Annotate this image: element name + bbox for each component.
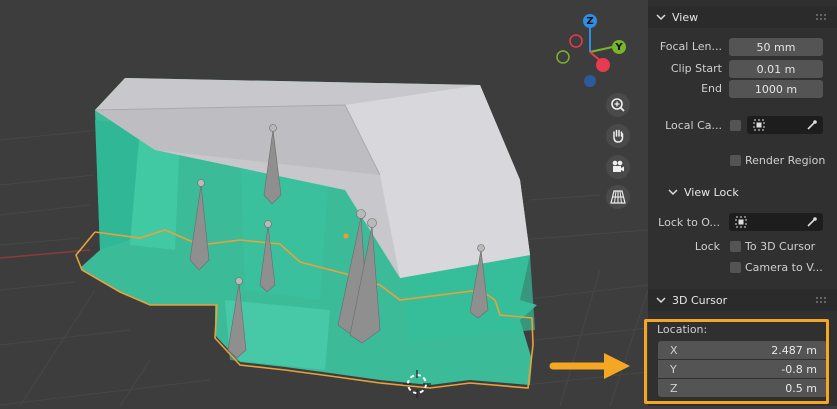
chevron-down-icon xyxy=(656,297,666,304)
camera-to-view-checkbox[interactable] xyxy=(730,262,741,273)
lock-to-object-label: Lock to O... xyxy=(658,216,720,229)
lock-to-object-field[interactable] xyxy=(729,213,823,231)
view-lock-subheader[interactable]: View Lock xyxy=(648,181,837,203)
grid-perspective-icon[interactable] xyxy=(606,185,630,209)
cursor-section-title: 3D Cursor xyxy=(672,293,728,307)
location-highlight-box xyxy=(644,319,829,404)
gizmo-y-axis[interactable]: Y xyxy=(612,40,626,54)
gizmo-y-label: Y xyxy=(615,41,623,53)
render-region-label: Render Region xyxy=(745,154,826,167)
lock-label: Lock xyxy=(694,240,720,253)
focal-length-label: Focal Len... xyxy=(659,40,722,53)
camera-icon[interactable] xyxy=(606,155,630,179)
navigation-gizmo[interactable] xyxy=(556,23,618,87)
object-picker-icon xyxy=(735,216,747,228)
mesh-object[interactable] xyxy=(75,78,537,389)
eyedropper-icon[interactable] xyxy=(806,119,818,131)
zoom-icon[interactable] xyxy=(606,93,630,117)
origin-dot xyxy=(343,233,349,239)
focal-length-field[interactable]: 50 mm xyxy=(729,38,823,56)
local-camera-label: Local Ca... xyxy=(665,119,722,132)
drag-grip-icon[interactable] xyxy=(815,296,827,304)
gizmo-z-label: Z xyxy=(586,15,594,27)
to-3d-cursor-checkbox[interactable] xyxy=(730,241,741,252)
local-camera-checkbox[interactable] xyxy=(730,120,741,131)
clip-end-label: End xyxy=(701,82,722,95)
hand-pan-icon[interactable] xyxy=(606,124,630,148)
chevron-down-icon xyxy=(668,189,678,196)
clip-start-field[interactable]: 0.01 m xyxy=(729,60,823,78)
drag-grip-icon[interactable] xyxy=(815,13,827,21)
to-3d-cursor-label: To 3D Cursor xyxy=(745,240,816,253)
camera-to-view-label: Camera to V... xyxy=(745,261,823,274)
view-lock-title: View Lock xyxy=(684,185,739,199)
gizmo-z-axis[interactable]: Z xyxy=(583,14,597,28)
chevron-down-icon xyxy=(656,14,666,21)
eyedropper-icon[interactable] xyxy=(806,216,818,228)
clip-end-field[interactable]: 1000 m xyxy=(729,80,823,98)
object-picker-icon xyxy=(753,119,765,131)
clip-start-label: Clip Start xyxy=(670,62,722,75)
view-section-title: View xyxy=(672,10,699,24)
view-section-header[interactable]: View xyxy=(648,6,837,28)
gizmo-x-axis[interactable] xyxy=(596,58,610,72)
local-camera-field[interactable] xyxy=(747,116,823,134)
render-region-checkbox[interactable] xyxy=(730,155,741,166)
cursor-section-header[interactable]: 3D Cursor xyxy=(648,289,837,311)
